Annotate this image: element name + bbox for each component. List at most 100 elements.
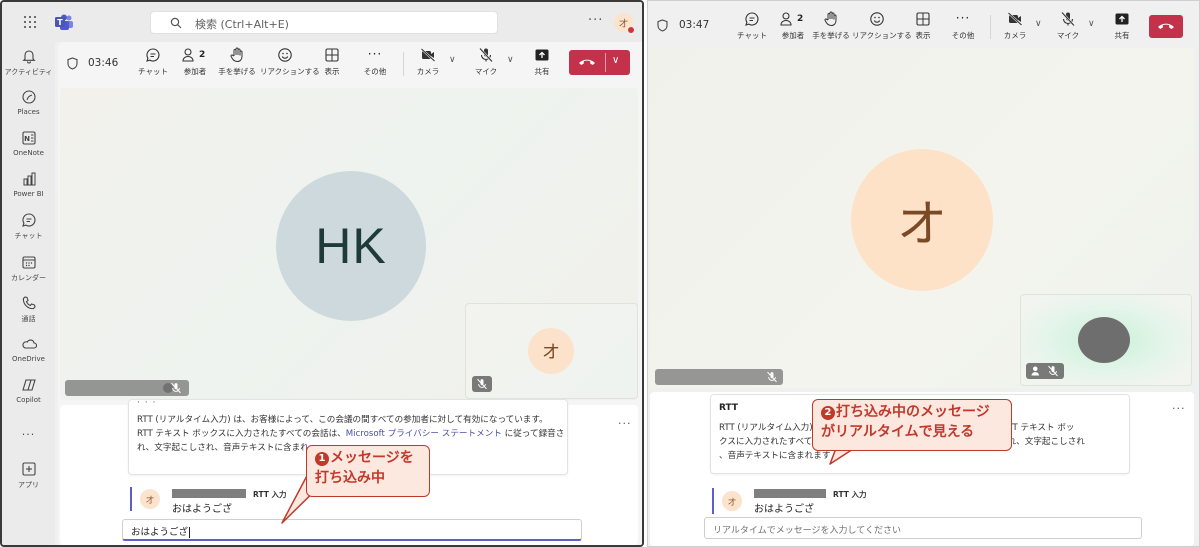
smiley-icon [278,48,292,62]
raise-hand-label: 手を挙げる [218,67,256,76]
people-icon [182,48,194,62]
reactions-label: リアクションする [852,31,912,40]
share-label: 共有 [534,67,550,76]
self-view-tile[interactable]: オ [465,303,638,399]
profile-avatar[interactable]: オ [614,13,635,34]
rtt-entry-message: おはようござ [172,504,232,515]
chat-label: チャット [737,31,767,40]
chat-button[interactable]: チャット [138,47,168,77]
mic-options-chevron-icon[interactable]: ∨ [507,55,514,65]
participant-avatar-main[interactable]: HK [276,171,426,321]
view-button[interactable]: 表示 [320,47,344,77]
raise-hand-button[interactable]: 手を挙げる [812,11,850,41]
camera-options-chevron-icon[interactable]: ∨ [1035,19,1042,29]
camera-options-chevron-icon[interactable]: ∨ [449,55,456,65]
callout1-line1: 1 メッセージを [315,448,421,468]
participants-button[interactable]: 2 参加者 [178,47,212,77]
rtt-input-field[interactable]: リアルタイムでメッセージを入力してください [704,517,1142,539]
leave-call-button[interactable]: ∨ [569,50,630,75]
rtt-info-line-2b: に従って録音さ [501,429,565,439]
shield-icon [67,57,78,70]
rail-item-onedrive[interactable]: OneDrive [2,336,55,363]
rail-label: 通話 [21,315,36,323]
rail-item-more[interactable]: ··· [2,425,55,441]
callout2-line1: 2 打ち込み中のメッセージ [821,402,1003,422]
rail-item-places[interactable]: Places [2,89,55,116]
chat-label: チャット [138,67,168,76]
title-bar: T 検索 (Ctrl+Alt+E) ··· オ [2,2,642,42]
rtt-input-field[interactable]: おはようござ [122,519,582,541]
more-horizontal-icon: ··· [955,11,971,25]
reactions-button[interactable]: リアクションする [260,47,320,77]
rtt-info-line-2: RTT テキスト ボックスに入力されたすべての会話は、Microsoft プライ… [137,427,565,441]
mic-button[interactable]: マイク [472,47,500,77]
reactions-label: リアクションする [260,67,320,76]
raise-hand-label: 手を挙げる [812,31,850,40]
rail-item-activity[interactable]: アクティビティ [2,48,55,77]
rtt-info-line-1a: RTT (リアルタイム入力) は [719,423,824,433]
chat-button[interactable]: チャット [737,11,767,41]
privacy-statement-link[interactable]: Microsoft プライバシー ステートメント [346,429,502,439]
self-view-tile[interactable] [1020,294,1192,386]
rail-label: アクティビティ [4,68,53,76]
raise-hand-button[interactable]: 手を挙げる [218,47,256,77]
rtt-entry-message: おはようござ [754,504,814,515]
rtt-entry-avatar: オ [722,491,742,511]
more-button[interactable]: ··· その他 [948,11,978,41]
camera-button[interactable]: カメラ [1001,11,1029,41]
search-box[interactable]: 検索 (Ctrl+Alt+E) [150,11,498,34]
rail-label: チャット [14,232,43,240]
rail-item-chat[interactable]: チャット [2,212,55,241]
meeting-timer: 03:47 [679,19,710,31]
view-button[interactable]: 表示 [911,11,935,41]
share-icon [1115,13,1129,25]
rtt-info-line-2a: RTT テキスト ボックスに入力されたすべての会話は、 [137,429,346,439]
rtt-input-text: おはようござ [131,527,189,538]
participant-avatar-main[interactable]: オ [851,149,993,291]
video-stage: HK オ [60,88,638,400]
rail-item-apps[interactable]: アプリ [2,461,55,490]
rail-label: Power BI [13,190,44,198]
share-button[interactable]: 共有 [528,47,556,77]
meeting-toolbar: 03:46 チャット 2 参加者 手を挙げる リアクションする 表示 ··· そ… [58,42,642,84]
callout-typing: 1 メッセージを 打ち込み中 [306,445,430,497]
mic-button[interactable]: マイク [1054,11,1082,41]
settings-more-button[interactable]: ··· [588,13,603,28]
camera-button[interactable]: カメラ [414,47,442,77]
rtt-info-line-2a: クスに入力されたすべての [719,437,821,447]
text-caret [189,527,191,538]
self-avatar: オ [528,328,574,374]
more-button[interactable]: ··· その他 [360,47,390,77]
rail-label: アプリ [18,481,39,489]
chat-icon [21,213,35,227]
participants-button[interactable]: 2 参加者 [776,11,810,41]
app-launcher-icon[interactable] [24,16,36,28]
rtt-entry-accent [130,487,132,511]
mic-label: マイク [474,67,498,76]
chat-icon [146,48,160,62]
share-button[interactable]: 共有 [1108,11,1136,41]
hand-icon [230,47,243,63]
toolbar-divider [403,52,404,76]
onedrive-icon [21,339,37,349]
rtt-entry-accent [712,488,714,514]
leave-call-button[interactable] [1149,15,1183,38]
camera-label: カメラ [1003,31,1027,40]
rail-item-calendar[interactable]: カレンダー [2,254,55,283]
participants-label: 参加者 [183,67,207,76]
reactions-button[interactable]: リアクションする [852,11,912,41]
rail-item-onenote[interactable]: N OneNote [2,130,55,157]
more-apps-icon: ··· [21,428,36,441]
rail-item-copilot[interactable]: Copilot [2,377,55,404]
mic-off-icon [171,382,181,394]
apps-icon [21,462,36,476]
leave-options-chevron-icon[interactable]: ∨ [612,55,619,66]
rtt-panel-more-button[interactable]: ··· [618,417,632,430]
self-mic-status [472,376,492,392]
mic-options-chevron-icon[interactable]: ∨ [1088,19,1095,29]
rail-item-powerbi[interactable]: Power BI [2,171,55,198]
places-icon [21,90,36,104]
teams-logo-icon: T [55,14,73,30]
rail-item-calls[interactable]: 通話 [2,295,55,324]
rtt-panel-more-button[interactable]: ··· [1172,402,1186,415]
